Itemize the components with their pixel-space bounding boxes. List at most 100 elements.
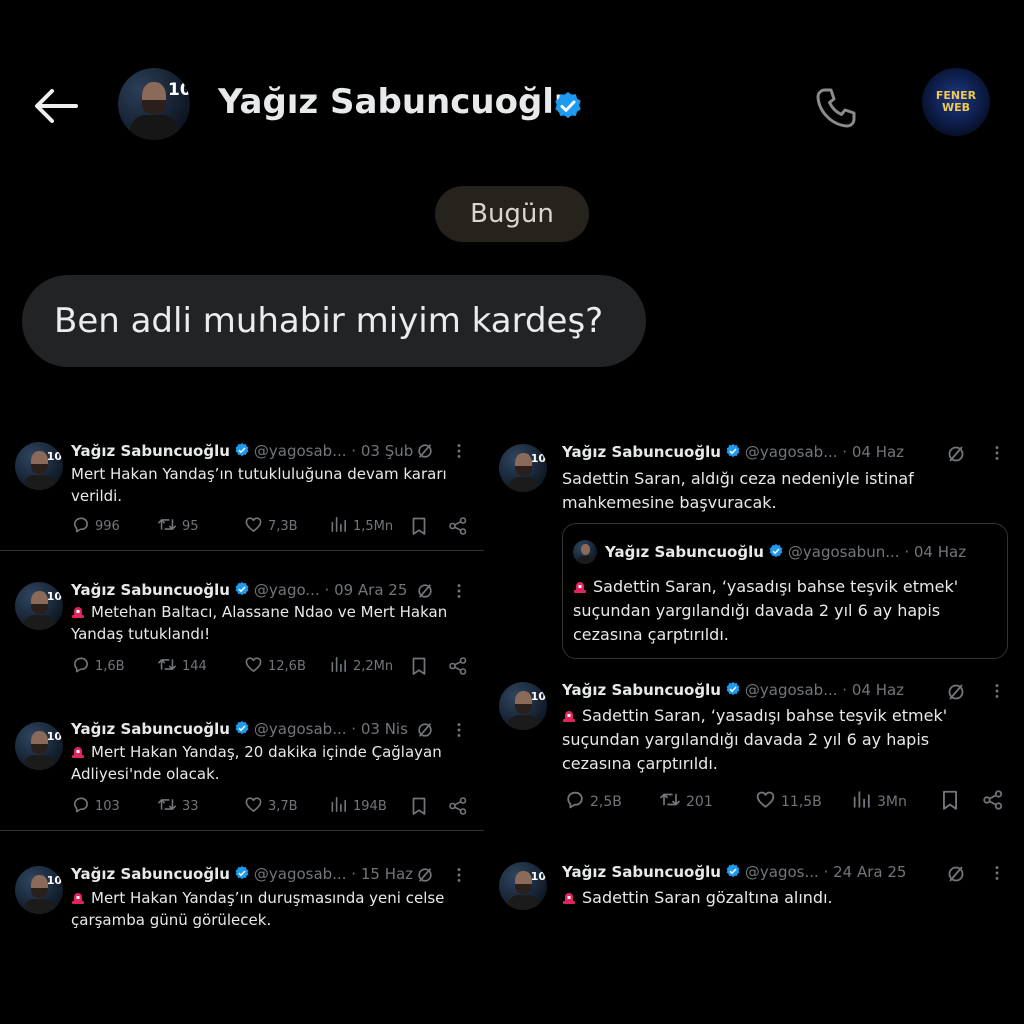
like-count: 3,7B	[268, 799, 298, 814]
tweet-divider	[0, 550, 484, 551]
tweet-date[interactable]: 15 Haz	[361, 865, 413, 883]
grok-icon[interactable]	[416, 442, 434, 460]
tweet-header: Yağız Sabuncuoğlu @yagosab... · 15 Haz	[71, 864, 413, 884]
tweet-header: Yağız Sabuncuoğlu @yagosab... · 03 Şub	[71, 441, 413, 461]
verified-icon	[235, 582, 249, 596]
tweet-card[interactable]: 10 Yağız Sabuncuoğlu @yago... · 09 Ara 25…	[0, 570, 484, 690]
tweet-handle[interactable]: @yagosab...	[254, 720, 347, 738]
grok-icon[interactable]	[416, 721, 434, 739]
tweet-handle[interactable]: @yagos...	[745, 863, 819, 881]
tweet-line: Mert Hakan Yandaş’ın duruşmasında yeni c…	[91, 889, 445, 907]
tweet-avatar[interactable]: 10	[15, 866, 63, 914]
tweet-card[interactable]: 10 Yağız Sabuncuoğlu @yagosab... · 04 Haz…	[484, 668, 1024, 820]
grok-icon[interactable]	[416, 866, 434, 884]
like-button[interactable]: 12,6B	[244, 655, 306, 677]
retweet-button[interactable]: 201	[659, 789, 713, 811]
quote-line: cezasına çarptırıldı.	[573, 625, 729, 644]
tweet-header: Yağız Sabuncuoğlu @yago... · 09 Ara 25	[71, 580, 407, 600]
tweet-date[interactable]: 03 Şub	[361, 442, 413, 460]
tweet-text: Metehan Baltacı, Alassane Ndao ve Mert H…	[71, 601, 447, 645]
more-icon[interactable]	[456, 442, 462, 460]
like-button[interactable]: 11,5B	[755, 789, 822, 811]
share-icon[interactable]	[448, 516, 468, 536]
tweet-text: Sadettin Saran gözaltına alındı.	[562, 886, 833, 910]
tweet-author-name[interactable]: Yağız Sabuncuoğlu	[71, 581, 230, 599]
phone-icon[interactable]	[812, 84, 860, 132]
share-icon[interactable]	[448, 796, 468, 816]
more-icon[interactable]	[456, 721, 462, 739]
tweet-author-name[interactable]: Yağız Sabuncuoğlu	[562, 443, 721, 461]
tweet-handle[interactable]: @yagosab...	[254, 442, 347, 460]
tweet-line: Yandaş tutuklandı!	[71, 625, 211, 643]
reply-button[interactable]: 996	[71, 515, 120, 537]
share-icon[interactable]	[448, 656, 468, 676]
siren-icon	[563, 893, 575, 904]
tweet-avatar[interactable]: 10	[499, 862, 547, 910]
retweet-button[interactable]: 33	[157, 795, 199, 817]
tweet-divider	[0, 830, 484, 831]
message-bubble[interactable]: Ben adli muhabir miyim kardeş?	[22, 275, 646, 367]
tweet-handle[interactable]: @yagosab...	[745, 681, 838, 699]
tweet-card[interactable]: 10 Yağız Sabuncuoğlu @yagosab... · 15 Haz…	[0, 852, 484, 942]
reply-button[interactable]: 103	[71, 795, 120, 817]
tweet-card[interactable]: 10 Yağız Sabuncuoğlu @yagosab... · 03 Nis…	[0, 710, 484, 830]
tweet-handle[interactable]: @yagosab...	[254, 865, 347, 883]
retweet-button[interactable]: 144	[157, 655, 207, 677]
reply-icon	[567, 791, 583, 809]
views-button[interactable]: 3Mn	[852, 789, 907, 811]
tweet-author-name[interactable]: Yağız Sabuncuoğlu	[562, 681, 721, 699]
reply-button[interactable]: 1,6B	[71, 655, 125, 677]
tweet-date[interactable]: 03 Nis	[361, 720, 408, 738]
siren-icon	[574, 582, 586, 593]
bookmark-icon[interactable]	[410, 656, 428, 676]
tweet-card[interactable]: 10 Yağız Sabuncuoğlu @yagosab... · 03 Şub…	[0, 430, 484, 550]
more-icon[interactable]	[994, 444, 1000, 462]
grok-icon[interactable]	[946, 444, 966, 464]
fenerweb-logo: FENER WEB	[922, 68, 990, 136]
tweet-author-name[interactable]: Yağız Sabuncuoğlu	[71, 865, 230, 883]
retweet-button[interactable]: 95	[157, 515, 199, 537]
tweet-author-name[interactable]: Yağız Sabuncuoğlu	[71, 720, 230, 738]
more-icon[interactable]	[456, 582, 462, 600]
views-button[interactable]: 2,2Mn	[330, 655, 393, 677]
retweet-count: 201	[686, 794, 713, 810]
tweet-date[interactable]: 04 Haz	[852, 681, 904, 699]
tweet-card[interactable]: 10 Yağız Sabuncuoğlu @yagos... · 24 Ara 2…	[484, 848, 1024, 938]
tweet-avatar[interactable]: 10	[499, 444, 547, 492]
more-icon[interactable]	[994, 864, 1000, 882]
back-arrow-icon[interactable]	[32, 86, 78, 126]
more-icon[interactable]	[456, 866, 462, 884]
verified-icon	[235, 443, 249, 457]
tweet-handle[interactable]: @yago...	[254, 581, 320, 599]
tweet-handle[interactable]: @yagosab...	[745, 443, 838, 461]
siren-icon	[72, 747, 84, 758]
tweet-author-name[interactable]: Yağız Sabuncuoğlu	[562, 863, 721, 881]
reply-button[interactable]: 2,5B	[564, 789, 622, 811]
like-button[interactable]: 3,7B	[244, 795, 298, 817]
tweet-header: Yağız Sabuncuoğlu @yagosab... · 03 Nis	[71, 719, 408, 739]
views-button[interactable]: 194B	[330, 795, 387, 817]
grok-icon[interactable]	[946, 682, 966, 702]
tweet-avatar[interactable]: 10	[15, 722, 63, 770]
grok-icon[interactable]	[946, 864, 966, 884]
tweet-date[interactable]: 24 Ara 25	[833, 863, 906, 881]
bookmark-icon[interactable]	[410, 516, 428, 536]
tweet-avatar[interactable]: 10	[499, 682, 547, 730]
grok-icon[interactable]	[416, 582, 434, 600]
tweet-text: Mert Hakan Yandaş’ın tutukluluğuna devam…	[71, 463, 447, 507]
views-button[interactable]: 1,5Mn	[330, 515, 393, 537]
tweet-author-name[interactable]: Yağız Sabuncuoğlu	[71, 442, 230, 460]
contact-name[interactable]: Yağız Sabuncuoğlu	[218, 82, 578, 122]
tweet-sep: ·	[823, 863, 829, 881]
tweet-avatar[interactable]: 10	[15, 582, 63, 630]
share-icon[interactable]	[982, 789, 1004, 811]
quoted-tweet[interactable]: Yağız Sabuncuoğlu @yagosabun... · 04 Haz …	[562, 523, 1008, 659]
tweet-date[interactable]: 04 Haz	[852, 443, 904, 461]
more-icon[interactable]	[994, 682, 1000, 700]
tweet-avatar[interactable]: 10	[15, 442, 63, 490]
bookmark-icon[interactable]	[410, 796, 428, 816]
bookmark-icon[interactable]	[940, 789, 960, 811]
contact-avatar[interactable]: 10	[118, 68, 190, 140]
tweet-date[interactable]: 09 Ara 25	[334, 581, 407, 599]
like-button[interactable]: 7,3B	[244, 515, 298, 537]
